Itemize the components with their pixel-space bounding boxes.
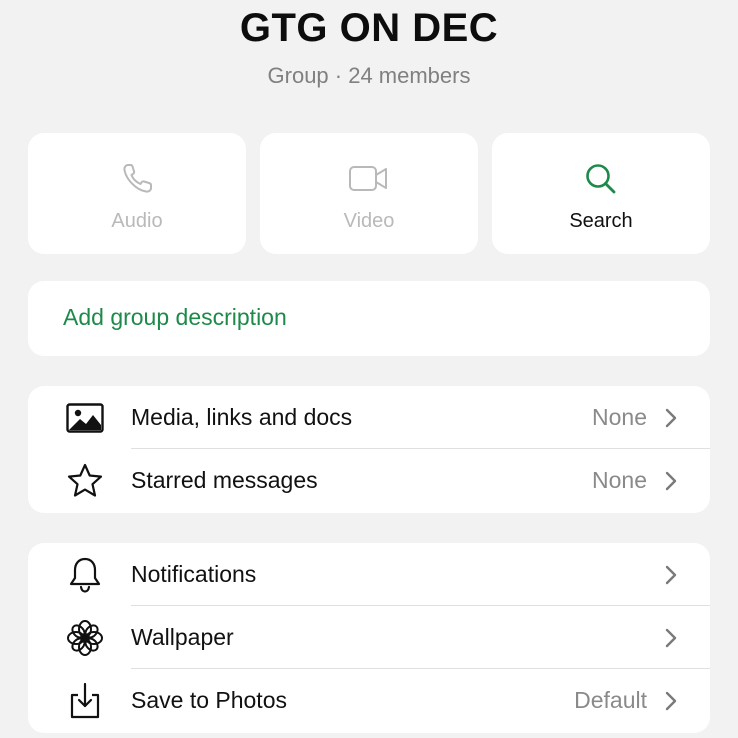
wallpaper-label: Wallpaper bbox=[131, 624, 234, 650]
audio-label: Audio bbox=[111, 210, 163, 232]
video-call-button[interactable]: Video bbox=[260, 133, 478, 254]
bell-icon bbox=[66, 556, 104, 594]
group-title: GTG ON DEC bbox=[239, 6, 499, 50]
flower-icon bbox=[66, 619, 104, 657]
search-icon bbox=[492, 161, 710, 197]
video-label: Video bbox=[343, 210, 395, 232]
wallpaper-row[interactable]: Wallpaper bbox=[28, 606, 710, 669]
video-camera-icon bbox=[260, 161, 478, 197]
media-links-docs-row[interactable]: Media, links and docs None bbox=[28, 386, 710, 449]
starred-messages-label: Starred messages bbox=[131, 467, 318, 493]
media-links-docs-label: Media, links and docs bbox=[131, 404, 353, 430]
notifications-label: Notifications bbox=[131, 561, 257, 587]
search-label: Search bbox=[569, 210, 633, 232]
save-to-photos-label: Save to Photos bbox=[131, 687, 287, 713]
save-to-photos-row[interactable]: Save to Photos Default bbox=[28, 669, 710, 732]
starred-messages-value: None bbox=[592, 467, 647, 493]
settings-section: Notifications Wallpaper Save to Photos D… bbox=[28, 543, 710, 733]
audio-call-button[interactable]: Audio bbox=[28, 133, 246, 254]
chevron-right-icon bbox=[665, 471, 677, 491]
save-to-photos-value: Default bbox=[574, 687, 647, 713]
quick-actions: Audio Video Search bbox=[28, 133, 710, 254]
chevron-right-icon bbox=[665, 408, 677, 428]
group-subtitle: Group · 24 members bbox=[267, 63, 471, 88]
image-icon bbox=[66, 399, 104, 437]
notifications-row[interactable]: Notifications bbox=[28, 543, 710, 606]
media-section: Media, links and docs None Starred messa… bbox=[28, 386, 710, 513]
phone-icon bbox=[28, 161, 246, 197]
add-group-description-button[interactable]: Add group description bbox=[28, 281, 710, 356]
chevron-right-icon bbox=[665, 691, 677, 711]
add-group-description-label: Add group description bbox=[63, 304, 287, 330]
starred-messages-row[interactable]: Starred messages None bbox=[28, 449, 710, 512]
group-info-page: GTG ON DEC Group · 24 members Audio Vide… bbox=[0, 0, 738, 738]
chevron-right-icon bbox=[665, 565, 677, 585]
chevron-right-icon bbox=[665, 628, 677, 648]
search-button[interactable]: Search bbox=[492, 133, 710, 254]
media-links-docs-value: None bbox=[592, 404, 647, 430]
star-icon bbox=[66, 462, 104, 500]
save-download-icon bbox=[66, 682, 104, 720]
